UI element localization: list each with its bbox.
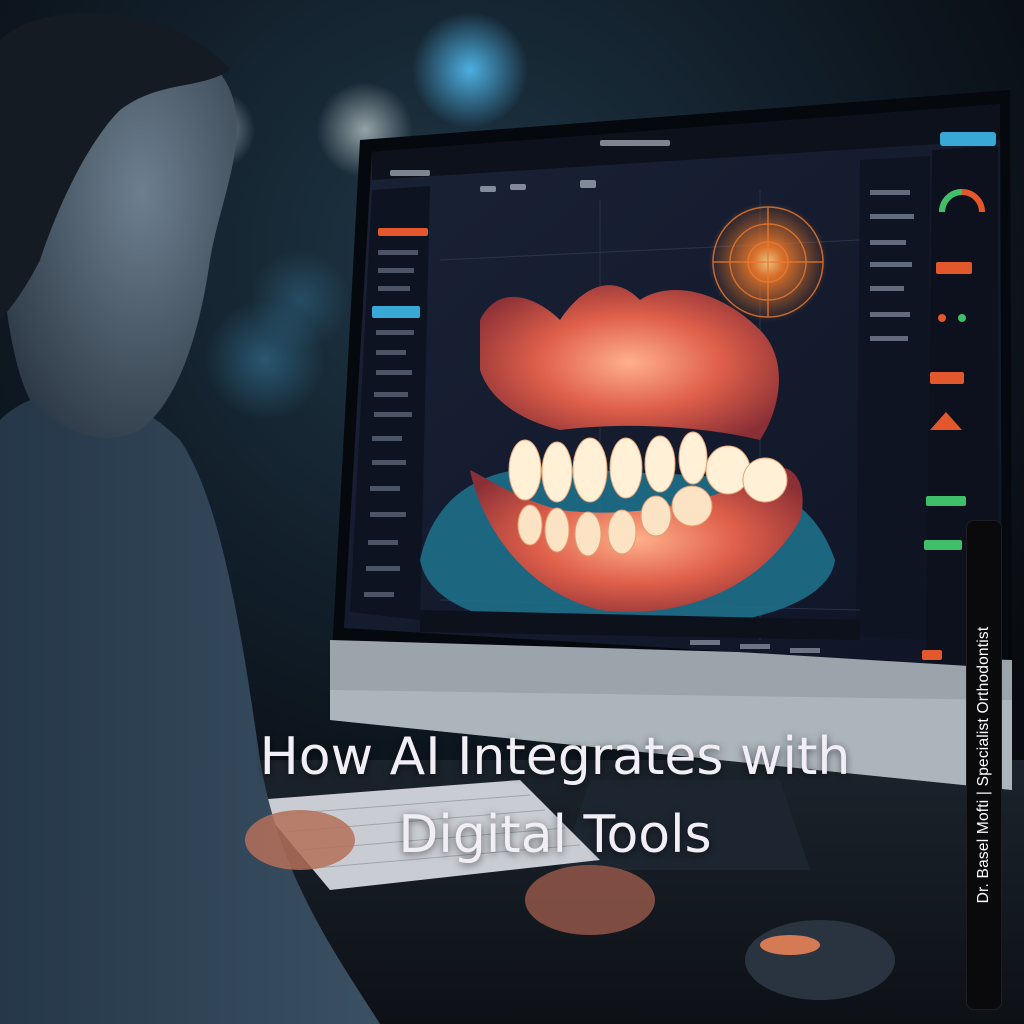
author-label: Dr. Basel Mofti | Specialist Orthodontis… — [966, 520, 1002, 1010]
headline-line-2: Digital Tools — [398, 805, 712, 865]
author-label-text: Dr. Basel Mofti | Specialist Orthodontis… — [975, 626, 992, 904]
headline-line-1: How AI Integrates with — [259, 727, 851, 787]
headline: How AI Integrates with Digital Tools — [175, 718, 935, 874]
